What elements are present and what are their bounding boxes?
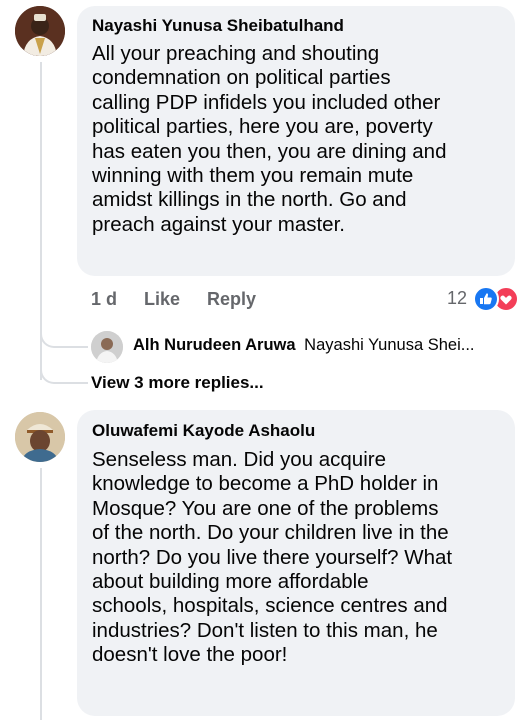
comment-line: Mosque? You are one of the problems	[92, 496, 439, 520]
comment-line: preach against your master.	[92, 212, 345, 236]
comment-line: calling PDP infidels you included other	[92, 90, 441, 114]
comment-text: Senseless man. Did you acquire knowledge…	[92, 448, 452, 668]
reply-author[interactable]: Alh Nurudeen Aruwa	[133, 336, 296, 354]
comment-author[interactable]: Oluwafemi Kayode Ashaolu	[92, 421, 315, 441]
view-more-replies-link[interactable]: View 3 more replies...	[91, 373, 264, 393]
comment-line: knowledge to become a PhD holder in	[92, 472, 439, 496]
comment-line: political parties, here you are, poverty	[92, 115, 433, 139]
thread-line-branch	[40, 316, 88, 348]
reply-button[interactable]: Reply	[207, 289, 256, 310]
comment-line: industries? Don't listen to this man, he	[92, 618, 438, 642]
comment-line: amidst killings in the north. Go and	[92, 188, 407, 212]
comment-text: All your preaching and shouting condemna…	[92, 42, 446, 237]
reply-preview[interactable]: Alh Nurudeen Aruwa Nayashi Yunusa Shei..…	[133, 336, 474, 355]
avatar[interactable]	[91, 331, 123, 363]
comment-line: about building more affordable	[92, 570, 369, 594]
comment-line: north? Do you live there yourself? What	[92, 545, 453, 569]
comment-line: schools, hospitals, science centres and	[92, 594, 448, 618]
avatar[interactable]	[15, 6, 65, 56]
comment-line: has eaten you then, you are dining and	[92, 139, 447, 163]
like-reaction-icon[interactable]	[473, 286, 499, 312]
like-button[interactable]: Like	[144, 289, 180, 310]
thread-line-branch	[40, 356, 88, 384]
comment-time[interactable]: 1 d	[91, 289, 117, 310]
comment-line: doesn't love the poor!	[92, 643, 288, 667]
thread-line	[40, 468, 42, 720]
comment-line: Senseless man. Did you acquire	[92, 448, 386, 471]
comment-line: All your preaching and shouting	[92, 42, 380, 65]
comment-line: condemnation on political parties	[92, 66, 391, 90]
comment-line: winning with them you remain mute	[92, 164, 414, 188]
avatar[interactable]	[15, 412, 65, 462]
reaction-count[interactable]: 12	[447, 288, 467, 309]
reply-snippet: Nayashi Yunusa Shei...	[304, 336, 475, 354]
comment-author[interactable]: Nayashi Yunusa Sheibatulhand	[92, 16, 344, 36]
comment-line: of the north. Do your children live in t…	[92, 521, 449, 545]
